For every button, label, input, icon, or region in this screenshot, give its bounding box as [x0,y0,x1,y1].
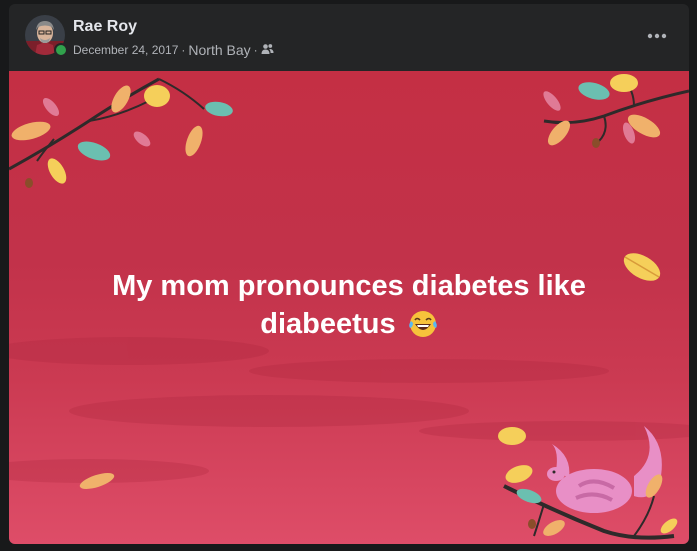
meta-separator: · [181,43,186,57]
tears-of-joy-emoji-icon [408,309,438,349]
friends-icon[interactable] [261,43,274,58]
more-options-button[interactable] [639,18,675,54]
post-author-name[interactable]: Rae Roy [73,18,137,36]
post-text: My mom pronounces diabetes like diabeetu… [49,267,649,349]
post-background: My mom pronounces diabetes like diabeetu… [9,71,689,544]
post-card: Rae Roy December 24, 2017 · North Bay · [9,4,689,544]
autumn-branch-top-left [9,77,233,188]
post-text-content: My mom pronounces diabetes like diabeetu… [112,270,586,340]
post-location[interactable]: North Bay [188,42,250,58]
online-status-dot [54,43,68,57]
squirrel-on-branch [498,426,678,540]
more-options-icon [647,33,667,39]
post-meta: December 24, 2017 · North Bay · [73,42,274,58]
post-date[interactable]: December 24, 2017 [73,43,178,57]
meta-separator: · [253,43,258,57]
post-header: Rae Roy December 24, 2017 · North Bay · [9,4,689,70]
falling-leaf-left [79,473,115,489]
autumn-branch-top-right [543,74,689,148]
